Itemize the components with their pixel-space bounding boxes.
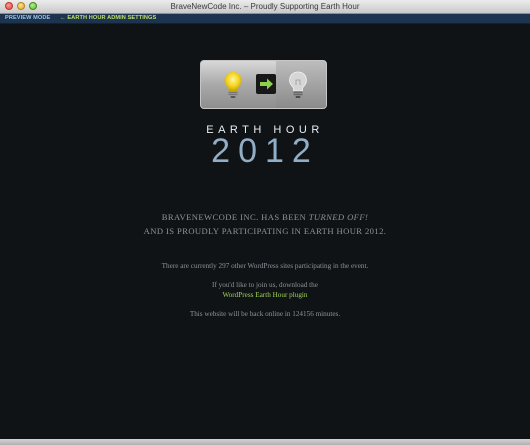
turned-off-prefix: BRAVENEWCODE INC. HAS BEEN (161, 212, 309, 222)
earth-hour-admin-settings-link[interactable]: ← EARTH HOUR ADMIN SETTINGS (60, 14, 156, 23)
turned-off-message: BRAVENEWCODE INC. HAS BEEN TURNED OFF! (0, 212, 530, 222)
participant-count-text: There are currently 297 other WordPress … (161, 262, 369, 270)
lightbulb-off-icon (289, 71, 307, 98)
window-titlebar: BraveNewCode Inc. – Proudly Supporting E… (0, 0, 530, 14)
participating-message: AND IS PROUDLY PARTICIPATING IN EARTH HO… (143, 226, 387, 236)
join-us-text: If you'd like to join us, download the (212, 281, 318, 289)
admin-bar: PREVIEW MODE ← EARTH HOUR ADMIN SETTINGS (0, 14, 530, 24)
earth-hour-year: 2012 (211, 132, 319, 170)
arrow-right-icon (256, 74, 276, 94)
window-title: BraveNewCode Inc. – Proudly Supporting E… (170, 2, 360, 11)
window-bottom-bar (0, 439, 530, 445)
back-online-text: This website will be back online in 1241… (189, 310, 341, 318)
lightbulb-on-icon (224, 72, 242, 98)
turned-off-emphasis: TURNED OFF! (308, 212, 369, 222)
earth-hour-plugin-link[interactable]: WordPress Earth Hour plugin (0, 291, 530, 299)
earth-hour-bulb-graphic (200, 60, 327, 109)
preview-mode-label: PREVIEW MODE (5, 15, 51, 21)
